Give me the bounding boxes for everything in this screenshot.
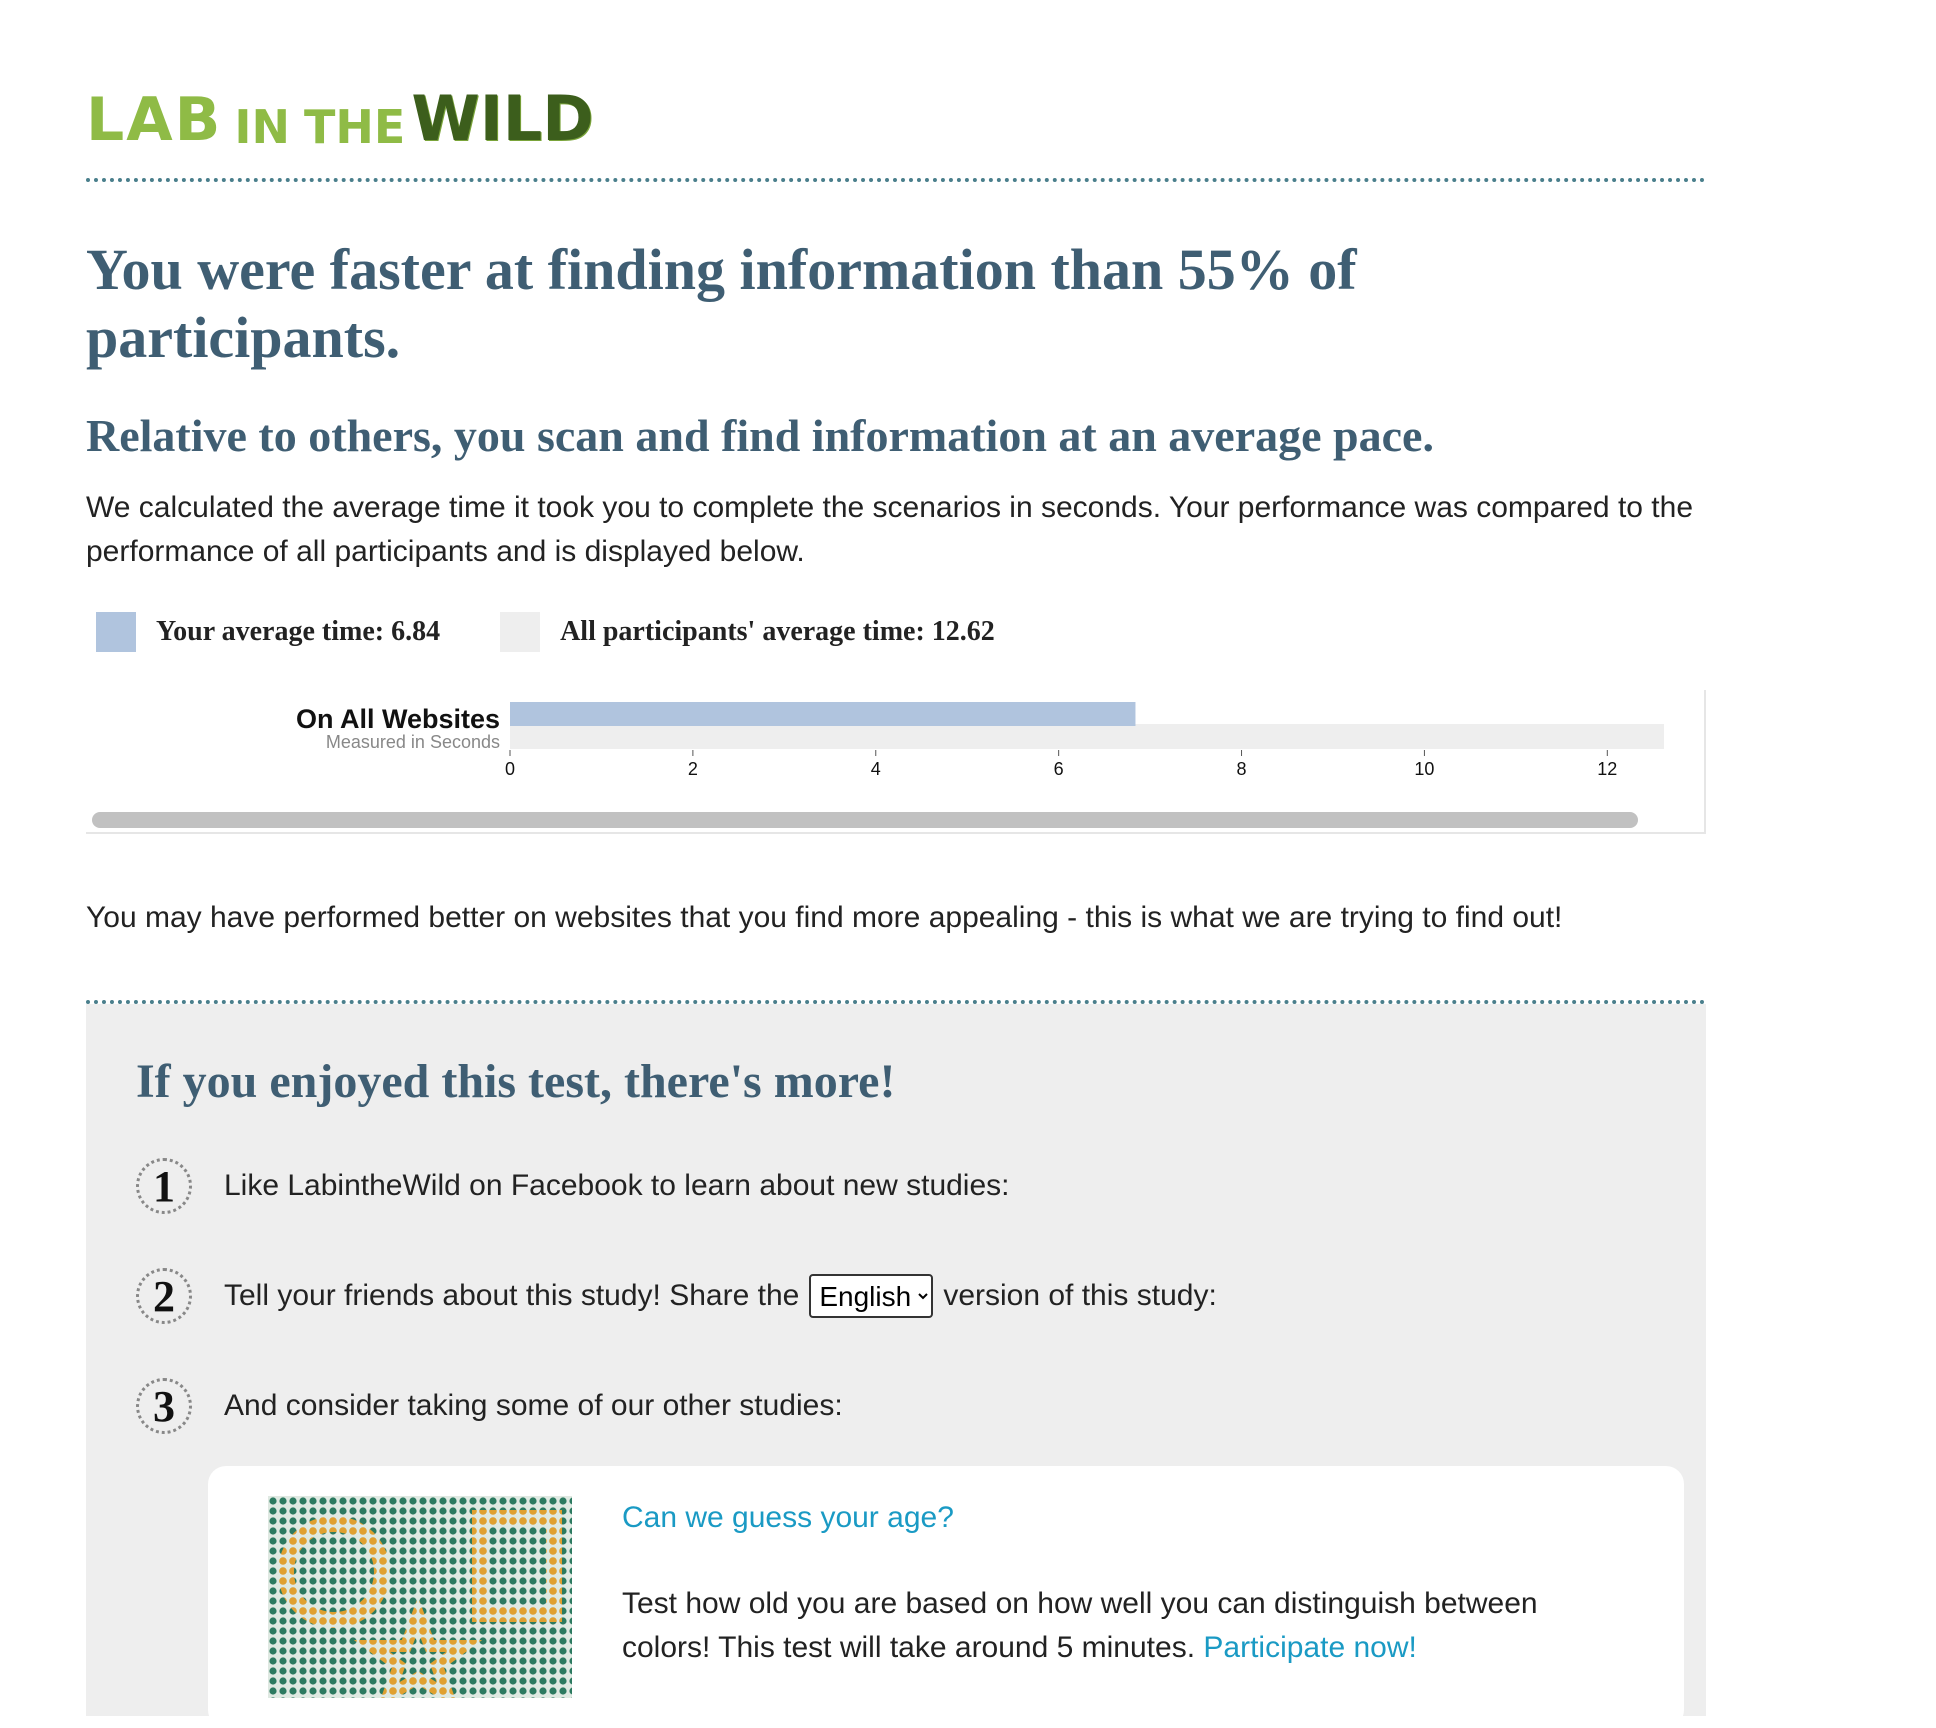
step-text-3: And consider taking some of our other st… [224, 1389, 843, 1422]
logo-in-text: IN [234, 100, 291, 154]
x-tick-label-4: 4 [871, 759, 881, 779]
x-tick-label-10: 10 [1414, 759, 1434, 779]
result-subheading: Relative to others, you scan and find in… [86, 410, 1434, 461]
x-tick-label-6: 6 [1054, 759, 1064, 779]
performance-chart: On All Websites Measured in Seconds 0 2 4 6 8 1… [86, 690, 1706, 834]
legend-label-all: All participants' average time: 12.62 [560, 616, 995, 647]
legend-swatch-yours [96, 612, 136, 652]
study-card-age: Can we guess your age? Test how old you … [208, 1466, 1684, 1728]
bar-your-time [510, 702, 1136, 726]
share-text-after: version of this study: [943, 1279, 1217, 1312]
step-text-2: Tell your friends about this study! Shar… [224, 1274, 1217, 1318]
x-tick-label-12: 12 [1597, 759, 1617, 779]
x-tick-label-8: 8 [1237, 759, 1247, 779]
step-number-1: 1 [136, 1158, 192, 1214]
labinthewild-logo[interactable]: LAB IN THE WILD [86, 60, 594, 155]
study-description: Test how old you are based on how well y… [622, 1582, 1622, 1670]
bar-all-participants [510, 724, 1664, 749]
x-tick-label-0: 0 [505, 759, 515, 779]
more-studies-section: If you enjoyed this test, there's more! … [86, 1004, 1706, 1728]
share-text-before: Tell your friends about this study! Shar… [224, 1279, 800, 1312]
logo-wild-text: WILD [411, 82, 594, 155]
step-text-1: Like LabintheWild on Facebook to learn a… [224, 1169, 1010, 1202]
page-title: You were faster at finding information t… [86, 237, 1357, 370]
step-facebook: 1 Like LabintheWild on Facebook to learn… [136, 1154, 1010, 1218]
step-share: 2 Tell your friends about this study! Sh… [136, 1264, 1217, 1328]
x-tick-label-2: 2 [688, 759, 698, 779]
step-number-2: 2 [136, 1268, 192, 1324]
header-divider [86, 178, 1706, 182]
chart-legend: Your average time: 6.84 All participants… [96, 610, 1055, 654]
language-select[interactable]: English [809, 1274, 934, 1318]
step-number-3: 3 [136, 1378, 192, 1434]
logo-lab-text: LAB [86, 85, 223, 155]
chart-category-label: On All Websites [296, 704, 500, 734]
result-description: We calculated the average time it took y… [86, 491, 1694, 568]
study-title-link[interactable]: Can we guess your age? [622, 1496, 954, 1540]
color-plate-svg [268, 1496, 572, 1710]
chart-scrollbar-thumb[interactable] [92, 812, 1638, 828]
participate-now-link[interactable]: Participate now! [1203, 1631, 1416, 1664]
logo-the-text: THE [304, 100, 406, 154]
more-studies-title: If you enjoyed this test, there's more! [136, 1055, 896, 1108]
performance-chart-svg: On All WebsitesMeasured in Seconds0 2 4 6 8 1… [296, 702, 1664, 779]
legend-swatch-all [500, 612, 541, 652]
color-plate-image[interactable] [268, 1496, 572, 1710]
step-other-studies: 3 And consider taking some of our other … [136, 1374, 843, 1438]
chart-category-sublabel: Measured in Seconds [326, 732, 500, 752]
appeal-note: You may have performed better on website… [86, 901, 1563, 934]
legend-label-yours: Your average time: 6.84 [156, 616, 441, 647]
